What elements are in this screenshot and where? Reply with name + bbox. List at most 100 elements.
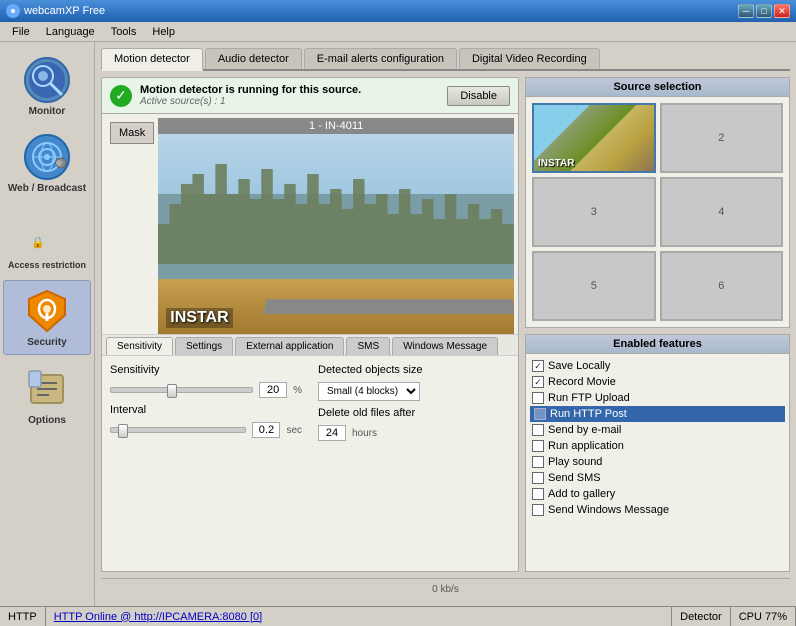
sidebar-item-access[interactable]: 🔒 Access restriction <box>3 204 91 276</box>
tab-motion-detector[interactable]: Motion detector <box>101 48 203 71</box>
tab-email-alerts[interactable]: E-mail alerts configuration <box>304 48 457 69</box>
inner-tab-sms[interactable]: SMS <box>346 337 390 355</box>
tab-audio-detector[interactable]: Audio detector <box>205 48 302 69</box>
disable-button[interactable]: Disable <box>447 86 510 106</box>
feature-http-post[interactable]: Run HTTP Post <box>530 406 785 422</box>
buildings-svg <box>158 144 514 264</box>
bottom-bar: 0 kb/s <box>101 578 790 600</box>
main-tab-bar: Motion detector Audio detector E-mail al… <box>101 48 790 71</box>
menu-file[interactable]: File <box>4 24 38 40</box>
inner-tab-bar: Sensitivity Settings External applicatio… <box>102 334 518 355</box>
tab-dvr[interactable]: Digital Video Recording <box>459 48 600 69</box>
checkbox-record-movie[interactable] <box>532 376 544 388</box>
sidebar-monitor-label: Monitor <box>29 106 66 117</box>
feature-send-sms-label: Send SMS <box>548 472 601 484</box>
checkbox-send-sms[interactable] <box>532 472 544 484</box>
feature-play-sound[interactable]: Play sound <box>532 454 783 470</box>
inner-tab-winmsg[interactable]: Windows Message <box>392 337 498 355</box>
source-number-2: 2 <box>718 132 724 144</box>
interval-value[interactable] <box>252 422 280 438</box>
source-number-5: 5 <box>591 280 597 292</box>
sensitivity-slider[interactable] <box>110 387 253 393</box>
menubar: File Language Tools Help <box>0 22 796 42</box>
options-icon <box>23 365 71 413</box>
source-cell-3[interactable]: 3 <box>532 177 656 247</box>
sensitivity-value[interactable] <box>259 382 287 398</box>
sidebar: Monitor Web / Broadcast <box>0 42 95 606</box>
source-cell-1[interactable]: INSTAR <box>532 103 656 173</box>
checkbox-run-app[interactable] <box>532 440 544 452</box>
checkbox-http-post[interactable] <box>534 408 546 420</box>
checkbox-play-sound[interactable] <box>532 456 544 468</box>
left-panel: ✓ Motion detector is running for this so… <box>101 77 519 572</box>
sensitivity-thumb[interactable] <box>167 384 177 398</box>
inner-tab-external[interactable]: External application <box>235 337 344 355</box>
inner-tab-settings[interactable]: Settings <box>175 337 233 355</box>
close-button[interactable]: ✕ <box>774 4 790 18</box>
status-http-label: HTTP <box>8 611 37 623</box>
checkbox-ftp-upload[interactable] <box>532 392 544 404</box>
source-cell-6[interactable]: 6 <box>660 251 784 321</box>
features-list: Save Locally Record Movie Run FTP Upload <box>526 354 789 522</box>
sidebar-access-label: Access restriction <box>8 260 86 270</box>
delete-label-row: Delete old files after <box>318 407 510 419</box>
checkbox-send-email[interactable] <box>532 424 544 436</box>
interval-slider[interactable] <box>110 427 246 433</box>
maximize-button[interactable]: □ <box>756 4 772 18</box>
checkbox-add-gallery[interactable] <box>532 488 544 500</box>
sidebar-item-broadcast[interactable]: Web / Broadcast <box>3 127 91 200</box>
feature-record-movie-label: Record Movie <box>548 376 616 388</box>
feature-win-message-label: Send Windows Message <box>548 504 669 516</box>
broadcast-icon <box>23 133 71 181</box>
feature-ftp-upload-label: Run FTP Upload <box>548 392 630 404</box>
menu-tools[interactable]: Tools <box>103 24 145 40</box>
features-title: Enabled features <box>526 335 789 354</box>
status-link-cell: HTTP Online @ http://IPCAMERA:8080 [0] <box>46 607 672 626</box>
source-cell-4[interactable]: 4 <box>660 177 784 247</box>
video-display: INSTAR <box>158 134 514 334</box>
settings-left-col: Sensitivity % Interval <box>110 364 302 447</box>
feature-add-gallery[interactable]: Add to gallery <box>532 486 783 502</box>
feature-play-sound-label: Play sound <box>548 456 602 468</box>
inner-tab-sensitivity[interactable]: Sensitivity <box>106 337 173 355</box>
status-link[interactable]: HTTP Online @ http://IPCAMERA:8080 [0] <box>54 611 262 623</box>
status-cpu-cell: CPU 77% <box>731 607 796 626</box>
settings-right-col: Detected objects size Small (4 blocks) D… <box>318 364 510 447</box>
feature-record-movie[interactable]: Record Movie <box>532 374 783 390</box>
source-cell-5[interactable]: 5 <box>532 251 656 321</box>
status-http: HTTP <box>0 607 46 626</box>
delete-value[interactable] <box>318 425 346 441</box>
checkbox-save-locally[interactable] <box>532 360 544 372</box>
feature-send-sms[interactable]: Send SMS <box>532 470 783 486</box>
feature-send-email[interactable]: Send by e-mail <box>532 422 783 438</box>
delete-value-row: hours <box>318 425 510 441</box>
feature-win-message[interactable]: Send Windows Message <box>532 502 783 518</box>
source-grid: INSTAR 2 3 4 <box>526 97 789 327</box>
status-strip: HTTP HTTP Online @ http://IPCAMERA:8080 … <box>0 606 796 626</box>
instar-logo: INSTAR <box>166 308 232 328</box>
road <box>263 299 514 314</box>
feature-add-gallery-label: Add to gallery <box>548 488 615 500</box>
checkbox-win-message[interactable] <box>532 504 544 516</box>
source-number-6: 6 <box>718 280 724 292</box>
feature-run-app[interactable]: Run application <box>532 438 783 454</box>
interval-thumb[interactable] <box>118 424 128 438</box>
sensitivity-row: Sensitivity <box>110 364 302 376</box>
sidebar-item-monitor[interactable]: Monitor <box>3 50 91 123</box>
detected-select[interactable]: Small (4 blocks) <box>318 382 420 401</box>
mask-button[interactable]: Mask <box>110 122 154 144</box>
interval-label-row: Interval <box>110 404 302 416</box>
sidebar-item-options[interactable]: Options <box>3 359 91 432</box>
minimize-button[interactable]: ─ <box>738 4 754 18</box>
feature-save-locally[interactable]: Save Locally <box>532 358 783 374</box>
detected-label-row: Detected objects size <box>318 364 510 376</box>
sidebar-item-security[interactable]: Security <box>3 280 91 355</box>
source-cell-2[interactable]: 2 <box>660 103 784 173</box>
video-title: 1 - IN-4011 <box>158 118 514 134</box>
sidebar-broadcast-label: Web / Broadcast <box>8 183 86 194</box>
menu-help[interactable]: Help <box>144 24 183 40</box>
menu-language[interactable]: Language <box>38 24 103 40</box>
main-area: Monitor Web / Broadcast <box>0 42 796 606</box>
feature-ftp-upload[interactable]: Run FTP Upload <box>532 390 783 406</box>
security-icon <box>23 287 71 335</box>
